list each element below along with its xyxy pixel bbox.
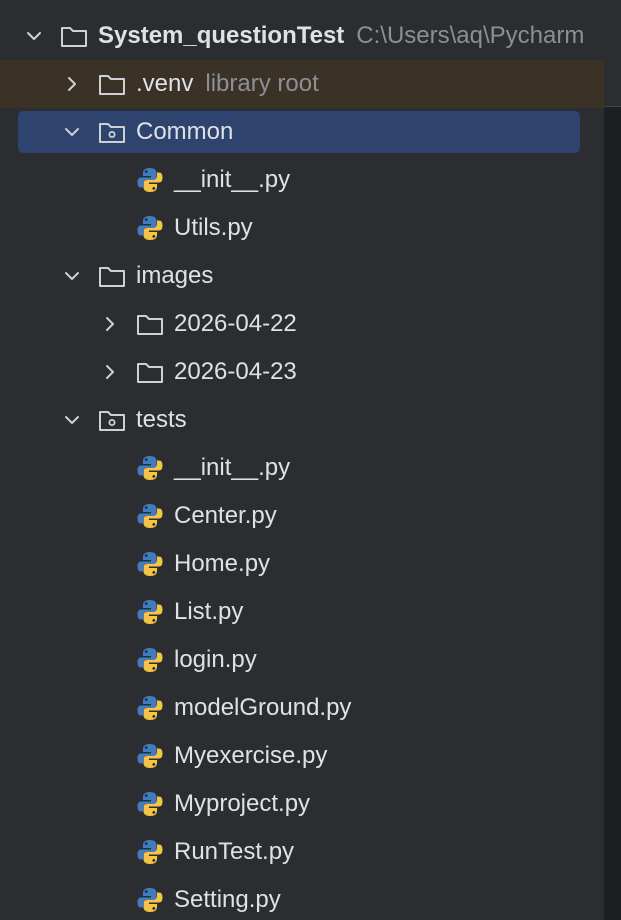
file-name: modelGround.py: [174, 694, 352, 721]
tests-file-list: __init__.py Center.py Home.py List.py login.…: [0, 444, 604, 920]
file-name: Myproject.py: [174, 790, 311, 817]
library-root-hint: library root: [205, 70, 319, 97]
tree-row-file[interactable]: List.py: [0, 588, 604, 636]
python-file-icon: [136, 214, 164, 242]
file-name: login.py: [174, 646, 257, 673]
python-file-icon: [136, 166, 164, 194]
tree-row-tests[interactable]: tests: [0, 396, 604, 444]
chevron-right-icon[interactable]: [60, 72, 84, 96]
scrollbar-thumb[interactable]: [604, 0, 621, 107]
chevron-down-icon[interactable]: [60, 264, 84, 288]
project-tree: System_questionTest C:\Users\aq\Pycharm …: [0, 12, 604, 920]
folder-name: .venv: [136, 70, 194, 97]
chevron-right-icon[interactable]: [98, 360, 122, 384]
tree-row-file[interactable]: Myproject.py: [0, 780, 604, 828]
folder-icon: [136, 358, 164, 386]
file-name: Utils.py: [174, 214, 253, 241]
file-name: List.py: [174, 598, 244, 625]
tree-row-venv[interactable]: .venv library root: [0, 60, 604, 108]
tree-row-file[interactable]: Setting.py: [0, 876, 604, 920]
package-folder-icon: [98, 118, 126, 146]
package-folder-icon: [98, 406, 126, 434]
folder-name: Common: [136, 118, 234, 145]
tree-row-file[interactable]: login.py: [0, 636, 604, 684]
folder-icon: [60, 22, 88, 50]
tree-row-subfolder[interactable]: 2026-04-22: [0, 300, 604, 348]
tree-row-file[interactable]: Home.py: [0, 540, 604, 588]
folder-name: 2026-04-22: [174, 310, 297, 337]
python-file-icon: [136, 598, 164, 626]
python-file-icon: [136, 838, 164, 866]
folder-icon: [98, 70, 126, 98]
python-file-icon: [136, 790, 164, 818]
chevron-down-icon[interactable]: [60, 120, 84, 144]
tree-row-file[interactable]: Center.py: [0, 492, 604, 540]
project-name: System_questionTest: [98, 22, 345, 49]
file-name: __init__.py: [174, 454, 291, 481]
python-file-icon: [136, 550, 164, 578]
file-name: RunTest.py: [174, 838, 295, 865]
folder-name: tests: [136, 406, 187, 433]
file-name: Center.py: [174, 502, 277, 529]
python-file-icon: [136, 454, 164, 482]
vertical-scrollbar[interactable]: [604, 0, 621, 920]
tree-row-project-root[interactable]: System_questionTest C:\Users\aq\Pycharm: [0, 12, 604, 60]
python-file-icon: [136, 694, 164, 722]
chevron-down-icon[interactable]: [60, 408, 84, 432]
tree-row-file[interactable]: RunTest.py: [0, 828, 604, 876]
folder-icon: [136, 310, 164, 338]
file-name: Setting.py: [174, 886, 281, 913]
python-file-icon: [136, 502, 164, 530]
python-file-icon: [136, 742, 164, 770]
folder-name: images: [136, 262, 214, 289]
tree-row-file[interactable]: Myexercise.py: [0, 732, 604, 780]
tree-row-images[interactable]: images: [0, 252, 604, 300]
folder-name: 2026-04-23: [174, 358, 297, 385]
folder-icon: [98, 262, 126, 290]
tree-row-file[interactable]: __init__.py: [0, 444, 604, 492]
tree-row-file[interactable]: __init__.py: [0, 156, 604, 204]
file-name: __init__.py: [174, 166, 291, 193]
tree-row-subfolder[interactable]: 2026-04-23: [0, 348, 604, 396]
project-path: C:\Users\aq\Pycharm: [356, 22, 585, 49]
file-name: Home.py: [174, 550, 271, 577]
chevron-down-icon[interactable]: [22, 24, 46, 48]
python-file-icon: [136, 886, 164, 914]
python-file-icon: [136, 646, 164, 674]
tree-row-common[interactable]: Common: [0, 108, 604, 156]
chevron-right-icon[interactable]: [98, 312, 122, 336]
file-name: Myexercise.py: [174, 742, 328, 769]
tree-row-file[interactable]: modelGround.py: [0, 684, 604, 732]
tree-row-file[interactable]: Utils.py: [0, 204, 604, 252]
